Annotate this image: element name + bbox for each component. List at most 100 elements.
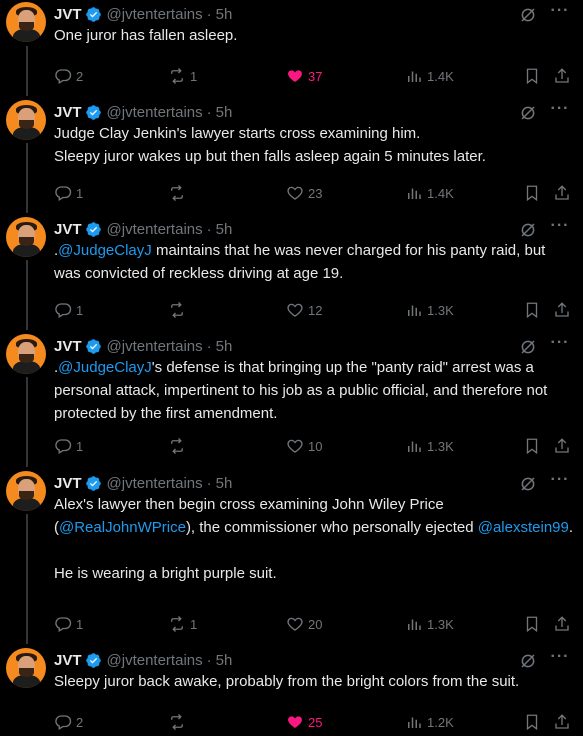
timestamp[interactable]: 5h — [216, 652, 233, 669]
reply-button[interactable]: 1 — [54, 183, 83, 203]
like-button[interactable]: 25 — [286, 712, 322, 732]
grok-icon[interactable] — [519, 104, 537, 122]
like-count: 23 — [308, 185, 323, 201]
author-handle[interactable]: @jvtentertains — [107, 652, 203, 669]
share-button[interactable] — [553, 436, 571, 456]
text-segment: One juror has fallen asleep. — [54, 27, 238, 44]
timestamp[interactable]: 5h — [216, 221, 233, 238]
bookmark-button[interactable] — [523, 712, 541, 732]
tweet[interactable]: JVT @jvtentertains · 5h ··· Sleepy juror back… — [0, 648, 583, 734]
share-button[interactable] — [553, 183, 571, 203]
grok-icon[interactable] — [519, 6, 537, 24]
bookmark-icon — [526, 185, 538, 202]
views-icon — [408, 71, 421, 82]
avatar[interactable] — [6, 471, 46, 511]
author-name[interactable]: JVT — [54, 6, 82, 23]
bookmark-icon — [526, 714, 538, 731]
views-button[interactable]: 1.2K — [405, 712, 454, 732]
repost-button[interactable]: 1 — [168, 614, 197, 634]
timestamp[interactable]: 5h — [216, 338, 233, 355]
views-button[interactable]: 1.3K — [405, 300, 454, 320]
author-name[interactable]: JVT — [54, 652, 82, 669]
avatar[interactable] — [6, 648, 46, 688]
tweet[interactable]: JVT @jvtentertains · 5h ··· Alex's lawyer the… — [0, 471, 583, 636]
reply-button[interactable]: 1 — [54, 436, 83, 456]
reply-button[interactable]: 1 — [54, 614, 83, 634]
views-button[interactable]: 1.3K — [405, 614, 454, 634]
reply-button[interactable]: 2 — [54, 66, 83, 86]
author-handle[interactable]: @jvtentertains — [107, 104, 203, 121]
more-options-icon[interactable]: ··· — [549, 101, 571, 124]
like-button[interactable]: 23 — [286, 183, 322, 203]
tweet-header-actions: ··· — [519, 472, 583, 495]
bookmark-icon — [526, 68, 538, 85]
avatar[interactable] — [6, 100, 46, 140]
share-button[interactable] — [553, 712, 571, 732]
more-options-icon[interactable]: ··· — [549, 218, 571, 241]
text-segment: Sleepy juror back awake, probably from t… — [54, 673, 520, 690]
share-button[interactable] — [553, 614, 571, 634]
like-button[interactable]: 37 — [286, 66, 322, 86]
share-button[interactable] — [553, 300, 571, 320]
timestamp[interactable]: 5h — [216, 104, 233, 121]
tweet[interactable]: JVT @jvtentertains · 5h ··· One juror has fal… — [0, 2, 583, 88]
author-handle[interactable]: @jvtentertains — [107, 338, 203, 355]
repost-button[interactable]: 1 — [168, 66, 197, 86]
author-handle[interactable]: @jvtentertains — [107, 6, 203, 23]
share-icon — [555, 714, 569, 729]
timestamp[interactable]: 5h — [216, 6, 233, 23]
share-button[interactable] — [553, 66, 571, 86]
reply-button[interactable]: 1 — [54, 300, 83, 320]
grok-icon[interactable] — [519, 221, 537, 239]
tweet[interactable]: JVT @jvtentertains · 5h ··· .@JudgeClayJ main… — [0, 217, 583, 322]
views-count: 1.4K — [427, 68, 454, 84]
mention-link[interactable]: @RealJohnWPrice — [59, 519, 186, 536]
like-button[interactable]: 10 — [286, 436, 322, 456]
like-button[interactable]: 12 — [286, 300, 322, 320]
repost-icon — [171, 302, 183, 318]
views-button[interactable]: 1.4K — [405, 183, 454, 203]
reply-button[interactable]: 2 — [54, 712, 83, 732]
repost-button[interactable] — [168, 300, 190, 320]
bookmark-button[interactable] — [523, 300, 541, 320]
author-name[interactable]: JVT — [54, 475, 82, 492]
author-handle[interactable]: @jvtentertains — [107, 221, 203, 238]
tweet-text: .@JudgeClayJ maintains that he was never… — [54, 239, 574, 285]
mention-link[interactable]: @JudgeClayJ — [58, 359, 152, 376]
like-button[interactable]: 20 — [286, 614, 322, 634]
more-options-icon[interactable]: ··· — [549, 3, 571, 26]
grok-icon[interactable] — [519, 652, 537, 670]
repost-count: 1 — [190, 68, 198, 84]
more-options-icon[interactable]: ··· — [549, 649, 571, 672]
more-options-icon[interactable]: ··· — [549, 472, 571, 495]
grok-icon[interactable] — [519, 338, 537, 356]
bookmark-button[interactable] — [523, 436, 541, 456]
grok-icon[interactable] — [519, 475, 537, 493]
views-button[interactable]: 1.3K — [405, 436, 454, 456]
avatar[interactable] — [6, 334, 46, 374]
repost-button[interactable] — [168, 712, 190, 732]
tweet[interactable]: JVT @jvtentertains · 5h ··· Judge Clay Jenkin… — [0, 100, 583, 205]
repost-button[interactable] — [168, 436, 190, 456]
author-handle[interactable]: @jvtentertains — [107, 475, 203, 492]
views-count: 1.3K — [427, 616, 454, 632]
bookmark-button[interactable] — [523, 614, 541, 634]
author-name[interactable]: JVT — [54, 338, 82, 355]
author-name[interactable]: JVT — [54, 221, 82, 238]
avatar[interactable] — [6, 217, 46, 257]
tweet[interactable]: JVT @jvtentertains · 5h ··· .@JudgeClayJ's de… — [0, 334, 583, 458]
bookmark-button[interactable] — [523, 66, 541, 86]
bookmark-button[interactable] — [523, 183, 541, 203]
repost-icon — [171, 185, 183, 201]
mention-link[interactable]: @JudgeClayJ — [58, 242, 152, 259]
views-button[interactable]: 1.4K — [405, 66, 454, 86]
like-count: 20 — [308, 616, 323, 632]
timestamp[interactable]: 5h — [216, 475, 233, 492]
mention-link[interactable]: @alexstein99 — [478, 519, 569, 536]
verified-badge-icon — [85, 338, 102, 355]
more-options-icon[interactable]: ··· — [549, 335, 571, 358]
repost-button[interactable] — [168, 183, 190, 203]
author-name[interactable]: JVT — [54, 104, 82, 121]
avatar[interactable] — [6, 2, 46, 42]
verified-badge-icon — [85, 6, 102, 23]
